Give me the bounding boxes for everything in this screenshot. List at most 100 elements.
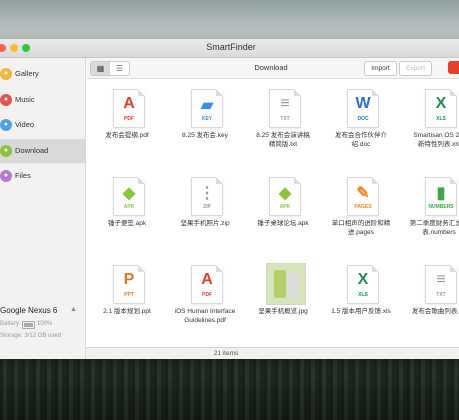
export-button[interactable]: Export: [399, 61, 432, 76]
file-glyph: W: [355, 95, 371, 112]
file-name: Smartisan OS 2.0 新特性列表.xls: [413, 132, 459, 148]
sidebar-item-download[interactable]: ● Download: [0, 138, 85, 163]
file-item[interactable]: A PDF iOS Human Interface Guidelines.pdf: [166, 255, 244, 340]
file-glyph: A: [201, 271, 213, 288]
file-name: iOS Human Interface Guidelines.pdf: [174, 308, 236, 324]
file-type-label: PAGES: [354, 204, 372, 210]
txt-icon: ≡ TXT: [425, 265, 457, 304]
image-thumbnail: [266, 263, 306, 305]
file-name: 发布会歌曲列表.txt: [411, 308, 459, 315]
file-name: 单口相声的进阶和精 进.pages: [331, 220, 391, 236]
file-name: 锤子便签.apk: [107, 220, 147, 227]
item-count: 21 items: [213, 350, 239, 357]
file-type-label: PPT: [124, 292, 134, 298]
sidebar: ● Gallery ● Music ● Video ● Download ● Files Goog…: [0, 58, 86, 359]
file-type-label: TXT: [280, 116, 290, 122]
file-type-label: APK: [279, 204, 291, 210]
file-name: 8.25 发布会演讲稿 精简版.txt: [256, 132, 310, 148]
file-type-label: PDF: [202, 292, 212, 298]
file-item[interactable]: P PPT 2.1 版本规划.ppt: [88, 255, 166, 340]
device-name: Google Nexus 6: [0, 306, 58, 315]
file-name: 发布会合作伙伴介 绍.doc: [335, 132, 387, 148]
file-name: 坚果手机照片.zip: [180, 220, 230, 227]
file-type-label: KEY: [201, 116, 213, 122]
file-type-label: DOC: [357, 116, 369, 122]
apk-icon: ◆ APK: [113, 177, 145, 216]
file-glyph: ▮: [436, 185, 446, 202]
file-type-label: XLS: [436, 116, 446, 122]
battery-icon: [22, 321, 35, 329]
zip-icon: ⋮ ZIP: [191, 177, 223, 216]
file-item[interactable]: ◆ APK 锤子桌球论坛.apk: [244, 167, 322, 252]
sidebar-item-label: Gallery: [15, 69, 39, 78]
title-bar[interactable]: SmartFinder: [0, 39, 459, 58]
video-icon: ●: [0, 119, 12, 131]
pdf-icon: A PDF: [113, 89, 145, 128]
file-item[interactable]: ≡ TXT 8.25 发布会演讲稿 精简版.txt: [244, 79, 322, 164]
import-button[interactable]: Import: [364, 61, 397, 76]
file-item[interactable]: ▰ KEY 8.25 发布会.key: [166, 79, 244, 164]
file-glyph: A: [123, 95, 135, 112]
sidebar-item-label: Video: [15, 120, 35, 129]
file-glyph: ≡: [436, 271, 446, 288]
storage-usage: Storage: 3/12 GB used: [0, 333, 62, 339]
txt-icon: ≡ TXT: [269, 89, 301, 128]
file-item[interactable]: 坚果手机概览.jpg: [244, 255, 322, 340]
file-name: 2.1 版本规划.ppt: [103, 308, 151, 315]
window-title: SmartFinder: [206, 42, 256, 52]
file-glyph: X: [435, 95, 447, 112]
file-item[interactable]: ≡ TXT 发布会歌曲列表.txt: [400, 255, 459, 340]
music-icon: ●: [0, 93, 12, 106]
file-item[interactable]: X XLS 1.5 版本用户反馈.xls: [322, 255, 400, 340]
file-name: 第二季度财务汇总报 表.numbers: [409, 220, 459, 236]
file-item[interactable]: A PDF 发布会提纲.pdf: [88, 79, 166, 164]
file-type-label: PDF: [124, 116, 134, 122]
file-type-label: APK: [123, 204, 135, 210]
status-bar: 21 items: [86, 347, 459, 359]
eject-icon[interactable]: ▲: [70, 306, 77, 313]
file-type-label: TXT: [436, 292, 446, 298]
file-glyph: ✎: [356, 185, 370, 202]
file-glyph: P: [123, 271, 135, 288]
file-type-label: ZIP: [203, 204, 211, 210]
file-item[interactable]: ◆ APK 锤子便签.apk: [88, 167, 166, 252]
download-icon: ●: [0, 144, 12, 157]
file-glyph: ⋮: [199, 185, 215, 202]
file-name: 锤子桌球论坛.apk: [257, 220, 309, 227]
ppt-icon: P PPT: [113, 265, 145, 304]
sidebar-item-video[interactable]: ● Video: [0, 113, 85, 137]
file-type-label: NUMBERS: [428, 204, 454, 210]
file-glyph: X: [357, 271, 369, 288]
file-grid: A PDF 发布会提纲.pdf ▰ KEY 8.25 发布会.key ≡ TXT 8.25 发布…: [86, 79, 459, 347]
sidebar-item-label: Music: [15, 94, 35, 104]
file-item[interactable]: ⋮ ZIP 坚果手机照片.zip: [166, 167, 244, 252]
file-name: 发布会提纲.pdf: [105, 132, 149, 139]
desktop-forest-texture: [0, 355, 459, 420]
sidebar-item-label: Files: [15, 171, 31, 180]
pdf-icon: A PDF: [191, 265, 223, 304]
smartfinder-window: SmartFinder ● Gallery ● Music ● Video ● Downloa…: [0, 39, 459, 359]
file-name: 坚果手机概览.jpg: [258, 308, 308, 315]
file-type-label: XLS: [358, 292, 368, 298]
files-icon: ●: [0, 170, 12, 182]
desktop-sky: [0, 0, 459, 40]
apk-icon: ◆ APK: [269, 177, 301, 216]
delete-button[interactable]: [448, 61, 459, 74]
sidebar-item-music[interactable]: ● Music: [0, 88, 85, 112]
file-item[interactable]: X XLS Smartisan OS 2.0 新特性列表.xls: [400, 79, 459, 164]
gallery-icon: ●: [0, 68, 12, 80]
sidebar-item-label: Download: [15, 145, 49, 155]
file-glyph: ≡: [280, 95, 290, 112]
sidebar-item-files[interactable]: ● Files: [0, 164, 85, 188]
battery-label: Battery: [0, 321, 20, 327]
file-glyph: ◆: [278, 185, 292, 202]
keynote-icon: ▰ KEY: [191, 89, 223, 128]
xls-icon: X XLS: [347, 265, 379, 304]
numbers-icon: ▮ NUMBERS: [425, 177, 457, 216]
battery-value: 100%: [37, 321, 53, 327]
file-item[interactable]: W DOC 发布会合作伙伴介 绍.doc: [322, 79, 400, 164]
file-item[interactable]: ▮ NUMBERS 第二季度财务汇总报 表.numbers: [400, 167, 459, 252]
sidebar-item-gallery[interactable]: ● Gallery: [0, 62, 85, 86]
file-item[interactable]: ✎ PAGES 单口相声的进阶和精 进.pages: [322, 167, 400, 252]
file-glyph: ◆: [122, 185, 136, 202]
